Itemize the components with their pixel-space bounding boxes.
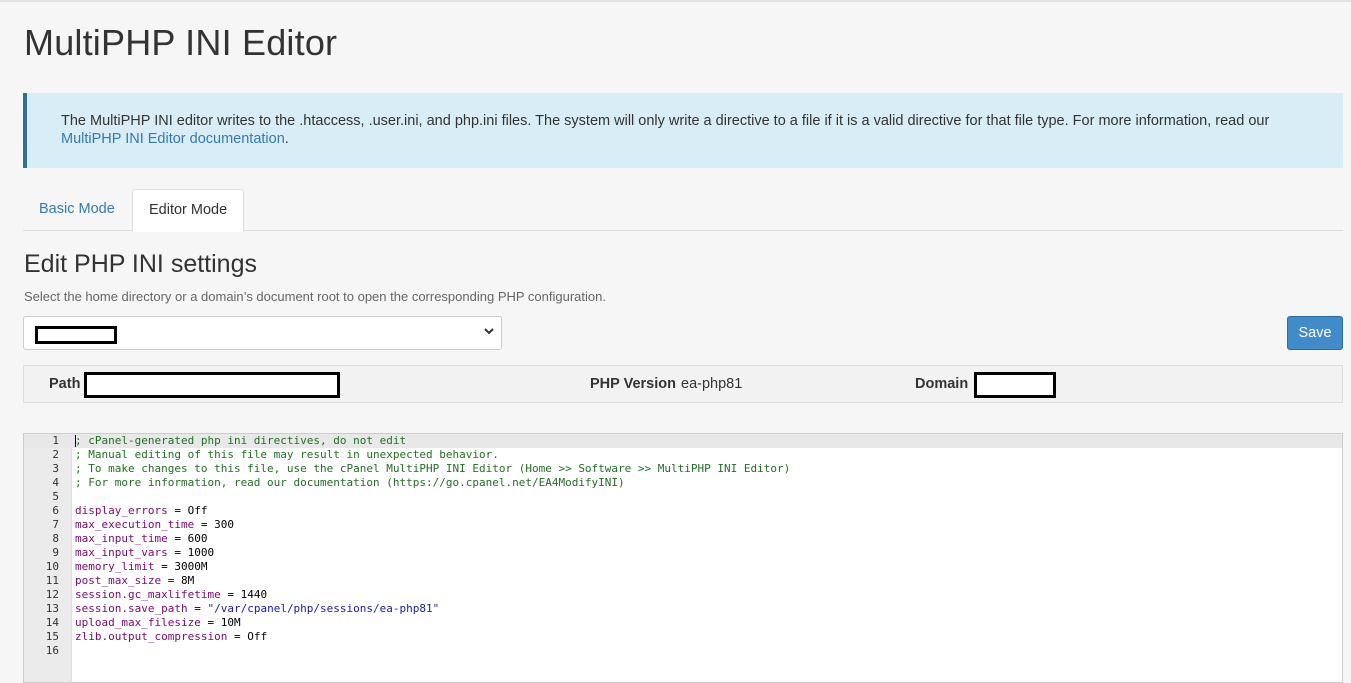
code-line: 4 ; For more information, read our docume… — [24, 476, 1342, 490]
code-token: = Off — [227, 630, 268, 643]
line-number: 6 — [52, 504, 59, 517]
line-number: 14 — [45, 616, 59, 629]
line-code: upload_max_filesize = 10M — [75, 616, 241, 630]
line-number: 8 — [52, 532, 59, 545]
ini-code-editor[interactable]: 1 ; cPanel-generated php ini directives, … — [23, 433, 1343, 683]
code-line: 13 session.save_path = "/var/cpanel/php/s… — [24, 602, 1342, 616]
php-version-value: ea-php81 — [681, 376, 743, 392]
line-number: 16 — [45, 644, 59, 657]
info-text: The MultiPHP INI editor writes to the .h… — [61, 113, 1270, 129]
line-number: 1 — [52, 434, 59, 447]
code-line: 2 ; Manual editing of this file may resul… — [24, 448, 1342, 462]
domain-label: Domain — [915, 376, 969, 392]
line-number: 2 — [52, 448, 59, 461]
directive-name: session.gc_maxlifetime — [75, 588, 221, 601]
code-token: = 600 — [167, 532, 208, 545]
directive-name: max_input_vars — [75, 546, 168, 559]
code-line: 1 ; cPanel-generated php ini directives, … — [24, 434, 1342, 448]
php-version-label: PHP Version — [590, 376, 676, 392]
info-end: . — [284, 131, 289, 147]
info-alert: The MultiPHP INI editor writes to the .h… — [23, 93, 1343, 168]
path-label: Path — [49, 376, 81, 392]
directive-name: max_input_time — [75, 532, 168, 545]
line-code: session.gc_maxlifetime = 1440 — [75, 588, 267, 602]
code-token: = 1000 — [167, 546, 215, 559]
save-button[interactable]: Save — [1287, 316, 1343, 350]
code-token: = 1440 — [220, 588, 268, 601]
code-line: 7 max_execution_time = 300 — [24, 518, 1342, 532]
line-code: session.save_path = "/var/cpanel/php/ses… — [75, 602, 439, 616]
directive-name: session.save_path — [75, 602, 188, 615]
directive-name: display_errors — [75, 504, 168, 517]
line-code: zlib.output_compression = Off — [75, 630, 267, 644]
directive-name: zlib.output_compression — [75, 630, 228, 643]
redacted-value — [35, 326, 117, 344]
page-title: MultiPHP INI Editor — [24, 22, 338, 63]
line-code: ; Manual editing of this file may result… — [75, 448, 499, 462]
directive-name: memory_limit — [75, 560, 155, 573]
line-number: 4 — [52, 476, 59, 489]
redacted-domain — [974, 372, 1056, 398]
line-code: max_execution_time = 300 — [75, 518, 234, 532]
tab-editor-mode[interactable]: Editor Mode — [132, 189, 245, 232]
comment-text: ; To make changes to this file, use the … — [75, 462, 791, 475]
comment-text: ; Manual editing of this file may result… — [75, 448, 499, 461]
line-number: 13 — [45, 602, 59, 615]
code-line: 6 display_errors = Off — [24, 504, 1342, 518]
code-line: 16 — [24, 644, 1342, 658]
text-cursor — [75, 435, 76, 447]
code-line: 8 max_input_time = 600 — [24, 532, 1342, 546]
code-line: 12 session.gc_maxlifetime = 1440 — [24, 588, 1342, 602]
code-token: = 10M — [200, 616, 241, 629]
line-code: max_input_time = 600 — [75, 532, 207, 546]
top-border — [0, 0, 1351, 2]
line-code: ; For more information, read our documen… — [75, 476, 625, 490]
directive-name: post_max_size — [75, 574, 162, 587]
line-number: 12 — [45, 588, 59, 601]
code-line: 3 ; To make changes to this file, use the… — [24, 462, 1342, 476]
section-description: Select the home directory or a domain’s … — [24, 289, 606, 304]
line-number: 7 — [52, 518, 59, 531]
code-token: = 8M — [161, 574, 195, 587]
code-line: 10 memory_limit = 3000M — [24, 560, 1342, 574]
line-number: 3 — [52, 462, 59, 475]
line-code: display_errors = Off — [75, 504, 207, 518]
section-title: Edit PHP INI settings — [24, 250, 257, 278]
directive-name: upload_max_filesize — [75, 616, 201, 629]
line-code: post_max_size = 8M — [75, 574, 194, 588]
tab-basic-mode[interactable]: Basic Mode — [23, 189, 131, 231]
code-line: 15 zlib.output_compression = Off — [24, 630, 1342, 644]
code-token: = Off — [167, 504, 208, 517]
code-line: 11 post_max_size = 8M — [24, 574, 1342, 588]
comment-text: ; For more information, read our documen… — [75, 476, 625, 489]
directive-name: max_execution_time — [75, 518, 195, 531]
code-line: 14 upload_max_filesize = 10M — [24, 616, 1342, 630]
line-code: ; cPanel-generated php ini directives, d… — [75, 434, 406, 448]
line-number: 15 — [45, 630, 59, 643]
line-number: 10 — [45, 560, 59, 573]
mode-tabs: Basic Mode Editor Mode — [23, 189, 1343, 232]
line-number: 5 — [52, 490, 59, 503]
code-token: = — [187, 602, 208, 615]
redacted-path — [84, 372, 340, 398]
line-code: max_input_vars = 1000 — [75, 546, 214, 560]
line-code: ; To make changes to this file, use the … — [75, 462, 790, 476]
location-select[interactable] — [23, 316, 502, 350]
code-token: "/var/cpanel/php/sessions/ea-php81" — [207, 602, 440, 615]
config-info-bar: Path PHP Version ea-php81 Domain — [23, 365, 1343, 403]
line-code: memory_limit = 3000M — [75, 560, 207, 574]
code-line: 9 max_input_vars = 1000 — [24, 546, 1342, 560]
line-number: 11 — [45, 574, 59, 587]
comment-text: ; cPanel-generated php ini directives, d… — [75, 434, 407, 447]
line-number: 9 — [52, 546, 59, 559]
code-token: = 3000M — [154, 560, 208, 573]
chevron-down-icon — [484, 328, 494, 335]
code-line: 5 — [24, 490, 1342, 504]
code-token: = 300 — [194, 518, 234, 531]
documentation-link[interactable]: MultiPHP INI Editor documentation — [61, 131, 285, 147]
